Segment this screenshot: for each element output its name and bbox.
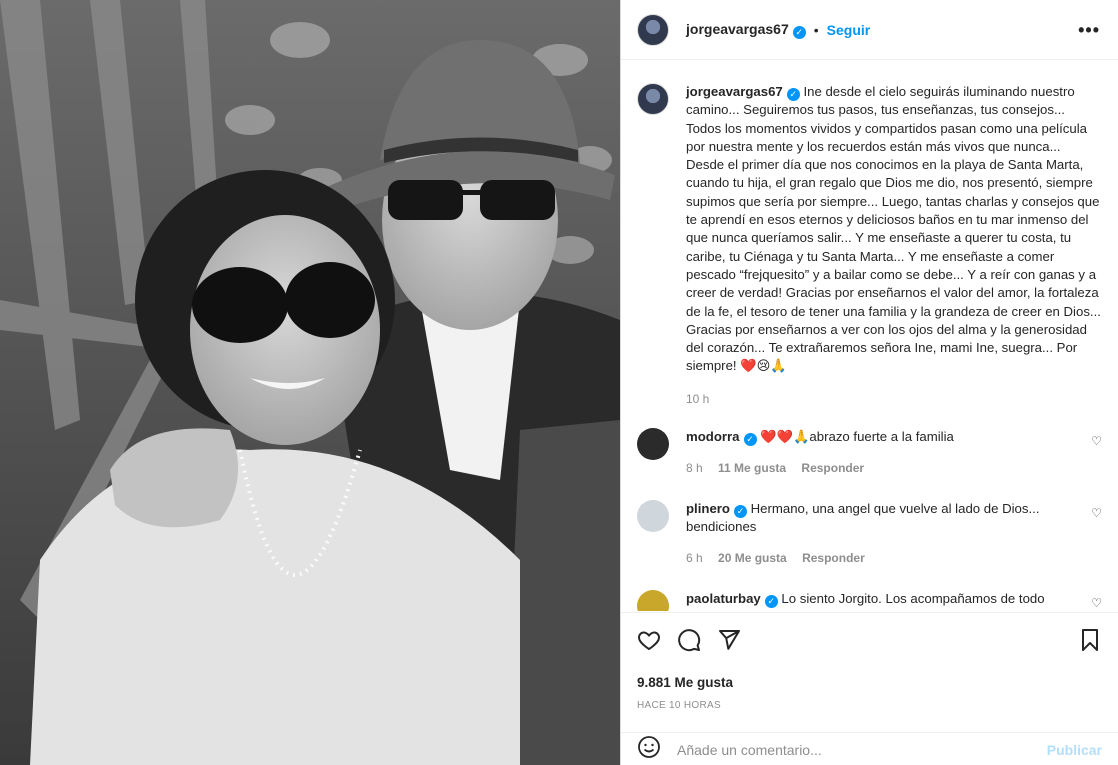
like-icon[interactable] [637, 628, 661, 652]
add-comment-bar: Publicar [621, 732, 1118, 765]
separator-dot: • [813, 21, 819, 38]
caption-avatar[interactable] [637, 83, 669, 115]
comment-likes[interactable]: 11 Me gusta [718, 461, 786, 475]
author-username[interactable]: jorgeavargas67 ✓ [686, 21, 806, 39]
comment-meta: 6 h 20 Me gusta Responder [686, 549, 1076, 567]
likes-count[interactable]: 9.881 Me gusta [637, 675, 1102, 690]
comment-text: ❤️❤️🙏abrazo fuerte a la familia [756, 429, 954, 445]
author-username-text[interactable]: jorgeavargas67 [686, 21, 789, 37]
verified-icon: ✓ [764, 594, 778, 608]
comment-meta: 8 h 11 Me gusta Responder [686, 459, 1076, 477]
post-photo[interactable] [0, 0, 620, 765]
comment-username[interactable]: modorra [686, 429, 740, 444]
comment-item: plinero ✓ Hermano, una angel que vuelve a… [637, 499, 1102, 568]
post-timestamp[interactable]: HACE 10 HORAS [637, 700, 1102, 711]
comment-username[interactable]: plinero [686, 501, 730, 516]
publish-button[interactable]: Publicar [1047, 742, 1102, 758]
comment-text: Lo siento Jorgito. Los acompañamos de to… [777, 590, 1045, 606]
comment-body: paolaturbay ✓ Lo siento Jorgito. Los acom… [686, 590, 1076, 611]
verified-icon: ✓ [743, 433, 757, 447]
verified-icon: ✓ [786, 88, 800, 101]
comment-item: modorra ✓ ❤️❤️🙏abrazo fuerte a la familia… [637, 428, 1102, 478]
comment-item: paolaturbay ✓ Lo siento Jorgito. Los acom… [637, 589, 1102, 611]
caption-body: jorgeavargas67 ✓ Ine desde el cielo segui… [686, 83, 1102, 408]
verified-icon: ✓ [792, 25, 806, 39]
post-actions: 9.881 Me gusta HACE 10 HORAS [621, 612, 1118, 732]
comment-input[interactable] [677, 741, 1047, 758]
caption-username[interactable]: jorgeavargas67 [686, 84, 783, 99]
reply-button[interactable]: Responder [802, 551, 865, 565]
comment-time[interactable]: 8 h [686, 461, 703, 475]
comment-icon[interactable] [677, 628, 701, 652]
follow-button[interactable]: Seguir [827, 22, 871, 38]
comment-avatar[interactable] [637, 499, 669, 532]
comment-like-icon[interactable]: ♡ [1091, 596, 1102, 610]
caption-time[interactable]: 10 h [686, 390, 1102, 408]
save-icon[interactable] [1078, 628, 1102, 652]
comment-body: plinero ✓ Hermano, una angel que vuelve a… [686, 500, 1076, 568]
comments-scroll-area[interactable]: jorgeavargas67 ✓ Ine desde el cielo segui… [621, 61, 1118, 611]
action-row [637, 625, 1102, 655]
caption-text: Ine desde el cielo seguirás iluminando n… [686, 84, 1101, 374]
comment-time[interactable]: 6 h [686, 551, 703, 565]
post-panel: jorgeavargas67 ✓ • Seguir ••• jorgeavarga… [620, 0, 1118, 765]
comment-like-icon[interactable]: ♡ [1091, 434, 1102, 448]
post-caption: jorgeavargas67 ✓ Ine desde el cielo segui… [637, 61, 1102, 408]
comment-body: modorra ✓ ❤️❤️🙏abrazo fuerte a la familia… [686, 428, 1076, 478]
post-image [0, 0, 620, 765]
comment-avatar[interactable] [637, 428, 669, 461]
share-icon[interactable] [717, 628, 741, 652]
more-options-icon[interactable]: ••• [1078, 20, 1100, 41]
emoji-icon[interactable] [637, 735, 661, 764]
post-header: jorgeavargas67 ✓ • Seguir ••• [621, 0, 1118, 60]
verified-icon: ✓ [733, 504, 747, 518]
comment-avatar[interactable] [637, 589, 669, 611]
reply-button[interactable]: Responder [801, 461, 864, 475]
author-avatar[interactable] [637, 13, 669, 46]
comment-like-icon[interactable]: ♡ [1091, 506, 1102, 520]
comment-username[interactable]: paolaturbay [686, 591, 761, 606]
comment-likes[interactable]: 20 Me gusta [718, 551, 787, 565]
